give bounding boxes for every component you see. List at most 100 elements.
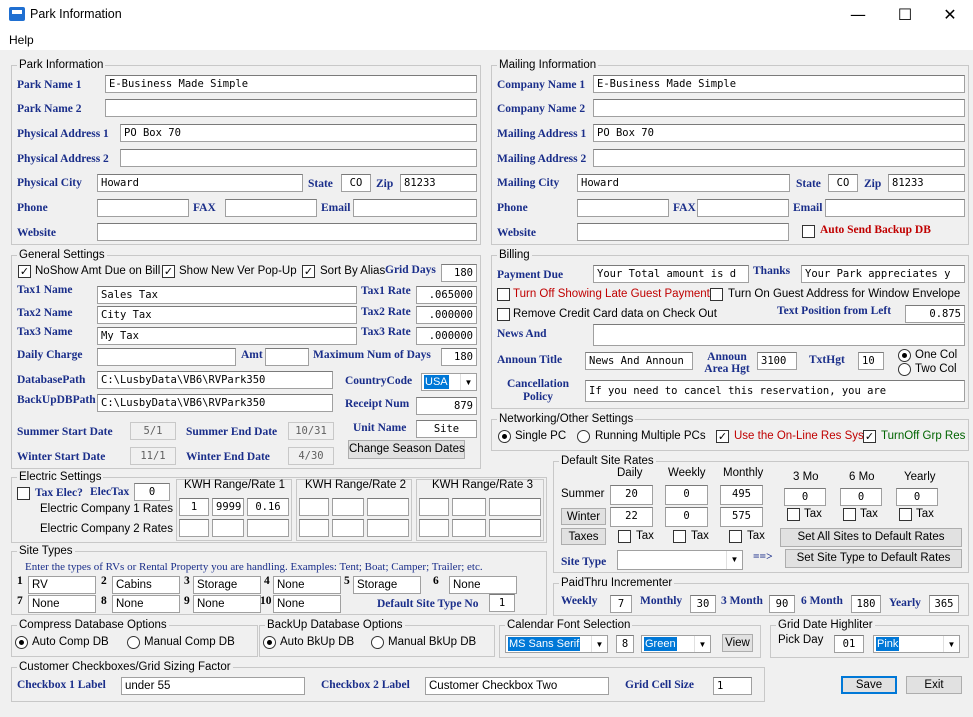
tax-monthly-checkbox[interactable]	[729, 530, 742, 543]
pick-day-input[interactable]: 01	[834, 635, 864, 653]
guest-address-checkbox[interactable]	[710, 288, 723, 301]
new-version-popup-checkbox[interactable]: ✓	[162, 265, 175, 278]
kwh1-co1-rate[interactable]: 0.16	[247, 498, 289, 516]
turnoff-grp-res-checkbox[interactable]: ✓	[863, 430, 876, 443]
rate-yearly-input[interactable]: 0	[896, 488, 938, 506]
single-pc-radio[interactable]	[498, 430, 511, 443]
auto-send-backup-checkbox[interactable]	[802, 225, 815, 238]
backup-path-input[interactable]: C:\LusbyData\VB6\RVPark350	[97, 394, 333, 412]
two-col-radio[interactable]	[898, 363, 911, 376]
change-season-dates-button[interactable]: Change Season Dates	[348, 440, 465, 459]
kwh3-co2-rate[interactable]	[489, 519, 541, 537]
calendar-font-select[interactable]: MS Sans Serif ▼	[505, 635, 608, 653]
mailing-state-input[interactable]: CO	[828, 174, 858, 192]
kwh3-co1-max[interactable]	[452, 498, 486, 516]
kwh3-co1-min[interactable]	[419, 498, 449, 516]
mailing-address1-input[interactable]: PO Box 70	[593, 124, 965, 142]
rate-6mo-input[interactable]: 0	[840, 488, 882, 506]
site-type-5-input[interactable]: Storage	[353, 576, 421, 594]
kwh1-co2-rate[interactable]	[247, 519, 289, 537]
kwh1-co1-min[interactable]: 1	[179, 498, 209, 516]
kwh2-co2-rate[interactable]	[367, 519, 409, 537]
mailing-website-input[interactable]	[577, 223, 789, 241]
site-type-2-input[interactable]: Cabins	[112, 576, 180, 594]
company-name1-input[interactable]: E-Business Made Simple	[593, 75, 965, 93]
auto-bkup-db-radio[interactable]	[263, 636, 276, 649]
physical-city-input[interactable]: Howard	[97, 174, 303, 192]
summer-daily-input[interactable]: 20	[610, 485, 653, 505]
payment-due-input[interactable]: Your Total amount is d	[593, 265, 749, 283]
paidthru-3month-input[interactable]: 90	[769, 595, 795, 613]
country-code-select[interactable]: USA ▼	[421, 373, 477, 391]
one-col-radio[interactable]	[898, 349, 911, 362]
close-button[interactable]: ✕	[927, 0, 973, 30]
winter-rate-button[interactable]: Winter	[561, 508, 606, 525]
grid-cell-size-input[interactable]: 1	[713, 677, 752, 695]
calendar-font-size-input[interactable]: 8	[616, 635, 634, 653]
noshow-checkbox[interactable]: ✓	[18, 265, 31, 278]
site-type-3-input[interactable]: Storage	[193, 576, 261, 594]
manual-bkup-db-radio[interactable]	[371, 636, 384, 649]
txt-hgt-input[interactable]: 10	[858, 352, 884, 370]
announ-area-input[interactable]: 3100	[757, 352, 797, 370]
tax1-rate-input[interactable]: .065000	[416, 286, 477, 304]
cancellation-policy-input[interactable]: If you need to cancel this reservation, …	[585, 380, 965, 402]
default-site-type-input[interactable]: 1	[489, 594, 515, 612]
kwh3-co2-max[interactable]	[452, 519, 486, 537]
winter-monthly-input[interactable]: 575	[720, 507, 763, 527]
park-email-input[interactable]	[353, 199, 477, 217]
paidthru-yearly-input[interactable]: 365	[929, 595, 959, 613]
save-button[interactable]: Save	[841, 676, 897, 694]
site-type-1-input[interactable]: RV	[28, 576, 96, 594]
minimize-button[interactable]: —	[835, 0, 881, 30]
tax-daily-checkbox[interactable]	[618, 530, 631, 543]
thanks-input[interactable]: Your Park appreciates y	[801, 265, 965, 283]
paidthru-6month-input[interactable]: 180	[851, 595, 881, 613]
daily-charge-input[interactable]	[97, 348, 236, 366]
kwh1-co2-min[interactable]	[179, 519, 209, 537]
mailing-address2-input[interactable]	[593, 149, 965, 167]
tax2-name-input[interactable]: City Tax	[97, 306, 357, 324]
summer-weekly-input[interactable]: 0	[665, 485, 708, 505]
winter-start-input[interactable]: 11/1	[130, 447, 176, 465]
tax-6mo-checkbox[interactable]	[843, 508, 856, 521]
tax3-rate-input[interactable]: .000000	[416, 327, 477, 345]
mailing-zip-input[interactable]: 81233	[888, 174, 965, 192]
exit-button[interactable]: Exit	[906, 676, 962, 694]
tax2-rate-input[interactable]: .000000	[416, 306, 477, 324]
menu-help[interactable]: Help	[9, 33, 34, 47]
set-site-type-default-rates-button[interactable]: Set Site Type to Default Rates	[785, 549, 962, 568]
company-name2-input[interactable]	[593, 99, 965, 117]
kwh1-co1-max[interactable]: 9999	[212, 498, 244, 516]
auto-comp-db-radio[interactable]	[15, 636, 28, 649]
news-and-input[interactable]	[593, 324, 965, 346]
physical-address2-input[interactable]	[120, 149, 477, 167]
site-type-4-input[interactable]: None	[273, 576, 341, 594]
mailing-city-input[interactable]: Howard	[577, 174, 790, 192]
rate-3mo-input[interactable]: 0	[784, 488, 826, 506]
taxes-button[interactable]: Taxes	[561, 528, 606, 545]
late-payments-checkbox[interactable]	[497, 288, 510, 301]
park-name2-input[interactable]	[105, 99, 477, 117]
site-type-8-input[interactable]: None	[112, 595, 180, 613]
paidthru-monthly-input[interactable]: 30	[690, 595, 716, 613]
kwh1-co2-max[interactable]	[212, 519, 244, 537]
unit-name-input[interactable]: Site	[416, 420, 477, 438]
remove-credit-card-checkbox[interactable]	[497, 308, 510, 321]
park-zip-input[interactable]: 81233	[400, 174, 477, 192]
checkbox1-label-input[interactable]: under 55	[121, 677, 305, 695]
mailing-fax-input[interactable]	[697, 199, 789, 217]
site-type-6-input[interactable]: None	[449, 576, 517, 594]
summer-start-input[interactable]: 5/1	[130, 422, 176, 440]
tax3-name-input[interactable]: My Tax	[97, 327, 357, 345]
database-path-input[interactable]: C:\LusbyData\VB6\RVPark350	[97, 371, 333, 389]
calendar-color-select[interactable]: Green ▼	[641, 635, 711, 653]
site-type-9-input[interactable]: None	[193, 595, 261, 613]
summer-monthly-input[interactable]: 495	[720, 485, 763, 505]
announ-title-input[interactable]: News And Announ	[585, 352, 693, 370]
manual-comp-db-radio[interactable]	[127, 636, 140, 649]
text-position-input[interactable]: 0.875	[905, 305, 965, 323]
tax-weekly-checkbox[interactable]	[673, 530, 686, 543]
summer-end-input[interactable]: 10/31	[288, 422, 334, 440]
kwh3-co2-min[interactable]	[419, 519, 449, 537]
